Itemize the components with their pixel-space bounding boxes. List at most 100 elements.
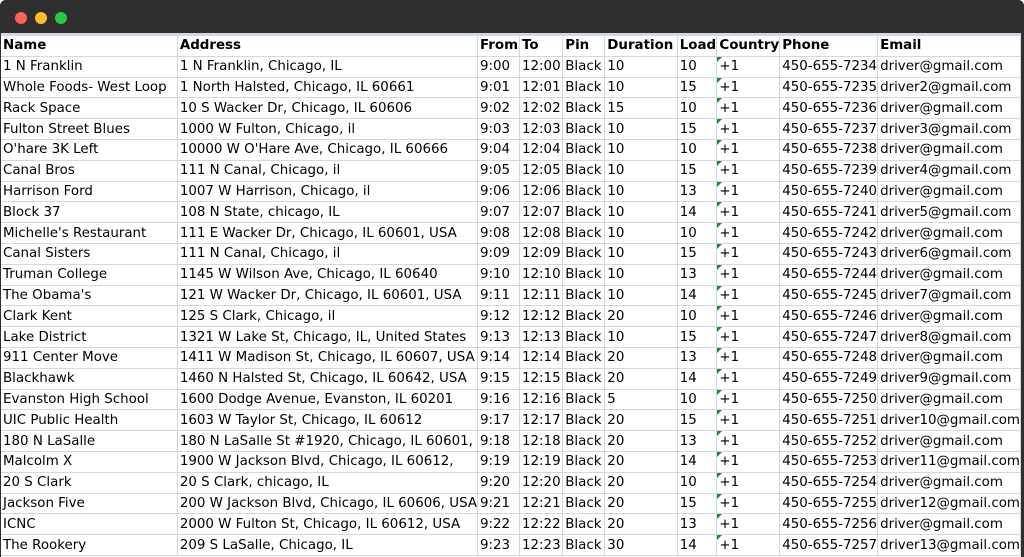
cell-phone[interactable]: 450-655-7248	[779, 346, 879, 369]
cell-phone[interactable]: 450-655-7255	[779, 492, 879, 515]
cell-email[interactable]: driver9@gmail.com	[877, 367, 1021, 390]
cell-pin[interactable]: Black	[562, 159, 606, 182]
cell-address[interactable]: 1000 W Fulton, Chicago, il	[176, 118, 479, 140]
cell-duration[interactable]: 10	[604, 55, 678, 78]
cell-name[interactable]: 911 Center Move	[1, 346, 178, 369]
cell-country[interactable]: +1	[716, 138, 781, 161]
column-header-name[interactable]: Name	[1, 35, 178, 57]
cell-duration[interactable]: 30	[604, 534, 678, 556]
cell-country[interactable]: +1	[716, 471, 781, 494]
cell-country[interactable]: +1	[716, 326, 781, 348]
cell-duration[interactable]: 10	[604, 222, 678, 244]
cell-duration[interactable]: 10	[604, 76, 678, 99]
cell-address[interactable]: 1 N Franklin, Chicago, IL	[176, 55, 479, 78]
cell-country[interactable]: +1	[716, 201, 781, 224]
cell-duration[interactable]: 10	[604, 326, 678, 348]
cell-email[interactable]: driver@gmail.com	[877, 471, 1021, 494]
cell-name[interactable]: Truman College	[1, 263, 178, 286]
cell-name[interactable]: O'hare 3K Left	[1, 138, 178, 161]
cell-email[interactable]: driver@gmail.com	[877, 513, 1021, 536]
cell-from[interactable]: 9:22	[477, 513, 520, 536]
cell-phone[interactable]: 450-655-7241	[779, 201, 879, 224]
cell-email[interactable]: driver11@gmail.com	[877, 450, 1021, 473]
cell-country[interactable]: +1	[716, 263, 781, 286]
cell-pin[interactable]: Black	[562, 284, 606, 307]
cell-to[interactable]: 12:01	[518, 76, 564, 99]
cell-country[interactable]: +1	[716, 450, 781, 473]
cell-address[interactable]: 1411 W Madison St, Chicago, IL 60607, US…	[176, 346, 479, 369]
cell-name[interactable]: Fulton Street Blues	[1, 118, 178, 140]
cell-pin[interactable]: Black	[562, 138, 606, 161]
cell-from[interactable]: 9:11	[477, 284, 520, 307]
cell-email[interactable]: driver13@gmail.com	[877, 534, 1021, 556]
cell-to[interactable]: 12:04	[518, 138, 564, 161]
cell-from[interactable]: 9:20	[477, 471, 520, 494]
cell-from[interactable]: 9:18	[477, 430, 520, 452]
cell-name[interactable]: 20 S Clark	[1, 471, 178, 494]
cell-name[interactable]: 1 N Franklin	[1, 55, 178, 78]
cell-address[interactable]: 10 S Wacker Dr, Chicago, IL 60606	[176, 97, 479, 120]
cell-load[interactable]: 10	[676, 388, 718, 411]
cell-address[interactable]: 111 N Canal, Chicago, il	[176, 242, 479, 265]
cell-from[interactable]: 9:21	[477, 492, 520, 515]
cell-from[interactable]: 9:02	[477, 97, 520, 120]
cell-name[interactable]: Canal Bros	[1, 159, 178, 182]
cell-pin[interactable]: Black	[562, 450, 606, 473]
cell-email[interactable]: driver7@gmail.com	[877, 284, 1021, 307]
cell-email[interactable]: driver@gmail.com	[877, 388, 1021, 411]
cell-email[interactable]: driver5@gmail.com	[877, 201, 1021, 224]
cell-email[interactable]: driver3@gmail.com	[877, 118, 1021, 140]
cell-email[interactable]: driver6@gmail.com	[877, 242, 1021, 265]
spreadsheet-grid[interactable]: Name Address From To Pin Duration Load Country P…	[1, 33, 1021, 557]
cell-load[interactable]: 15	[676, 326, 718, 348]
cell-country[interactable]: +1	[716, 305, 781, 328]
cell-load[interactable]: 13	[676, 346, 718, 369]
cell-name[interactable]: Malcolm X	[1, 450, 178, 473]
cell-email[interactable]: driver@gmail.com	[877, 263, 1021, 286]
cell-pin[interactable]: Black	[562, 471, 606, 494]
cell-email[interactable]: driver@gmail.com	[877, 180, 1021, 203]
cell-load[interactable]: 10	[676, 138, 718, 161]
cell-country[interactable]: +1	[716, 388, 781, 411]
minimize-window-button[interactable]	[35, 12, 47, 24]
cell-pin[interactable]: Black	[562, 534, 606, 556]
cell-load[interactable]: 14	[676, 534, 718, 556]
cell-country[interactable]: +1	[716, 346, 781, 369]
cell-from[interactable]: 9:06	[477, 180, 520, 203]
cell-to[interactable]: 12:00	[518, 55, 564, 78]
cell-to[interactable]: 12:06	[518, 180, 564, 203]
cell-load[interactable]: 10	[676, 471, 718, 494]
cell-load[interactable]: 13	[676, 513, 718, 536]
cell-name[interactable]: The Obama's	[1, 284, 178, 307]
cell-load[interactable]: 10	[676, 222, 718, 244]
cell-address[interactable]: 2000 W Fulton St, Chicago, IL 60612, USA	[176, 513, 479, 536]
cell-address[interactable]: 200 W Jackson Blvd, Chicago, IL 60606, U…	[176, 492, 479, 515]
cell-name[interactable]: Harrison Ford	[1, 180, 178, 203]
cell-pin[interactable]: Black	[562, 76, 606, 99]
cell-to[interactable]: 12:10	[518, 263, 564, 286]
cell-name[interactable]: Blackhawk	[1, 367, 178, 390]
cell-to[interactable]: 12:20	[518, 471, 564, 494]
cell-phone[interactable]: 450-655-7245	[779, 284, 879, 307]
cell-email[interactable]: driver@gmail.com	[877, 222, 1021, 244]
column-header-to[interactable]: To	[518, 35, 564, 57]
cell-from[interactable]: 9:12	[477, 305, 520, 328]
cell-to[interactable]: 12:14	[518, 346, 564, 369]
cell-phone[interactable]: 450-655-7237	[779, 118, 879, 140]
cell-load[interactable]: 15	[676, 159, 718, 182]
cell-pin[interactable]: Black	[562, 388, 606, 411]
cell-name[interactable]: Block 37	[1, 201, 178, 224]
cell-name[interactable]: Evanston High School	[1, 388, 178, 411]
cell-name[interactable]: Jackson Five	[1, 492, 178, 515]
cell-country[interactable]: +1	[716, 180, 781, 203]
cell-pin[interactable]: Black	[562, 97, 606, 120]
cell-name[interactable]: Canal Sisters	[1, 242, 178, 265]
cell-country[interactable]: +1	[716, 534, 781, 556]
cell-duration[interactable]: 20	[604, 346, 678, 369]
cell-load[interactable]: 10	[676, 55, 718, 78]
cell-duration[interactable]: 20	[604, 513, 678, 536]
cell-address[interactable]: 1 North Halsted, Chicago, IL 60661	[176, 76, 479, 99]
cell-phone[interactable]: 450-655-7238	[779, 138, 879, 161]
cell-pin[interactable]: Black	[562, 409, 606, 432]
cell-load[interactable]: 15	[676, 118, 718, 140]
